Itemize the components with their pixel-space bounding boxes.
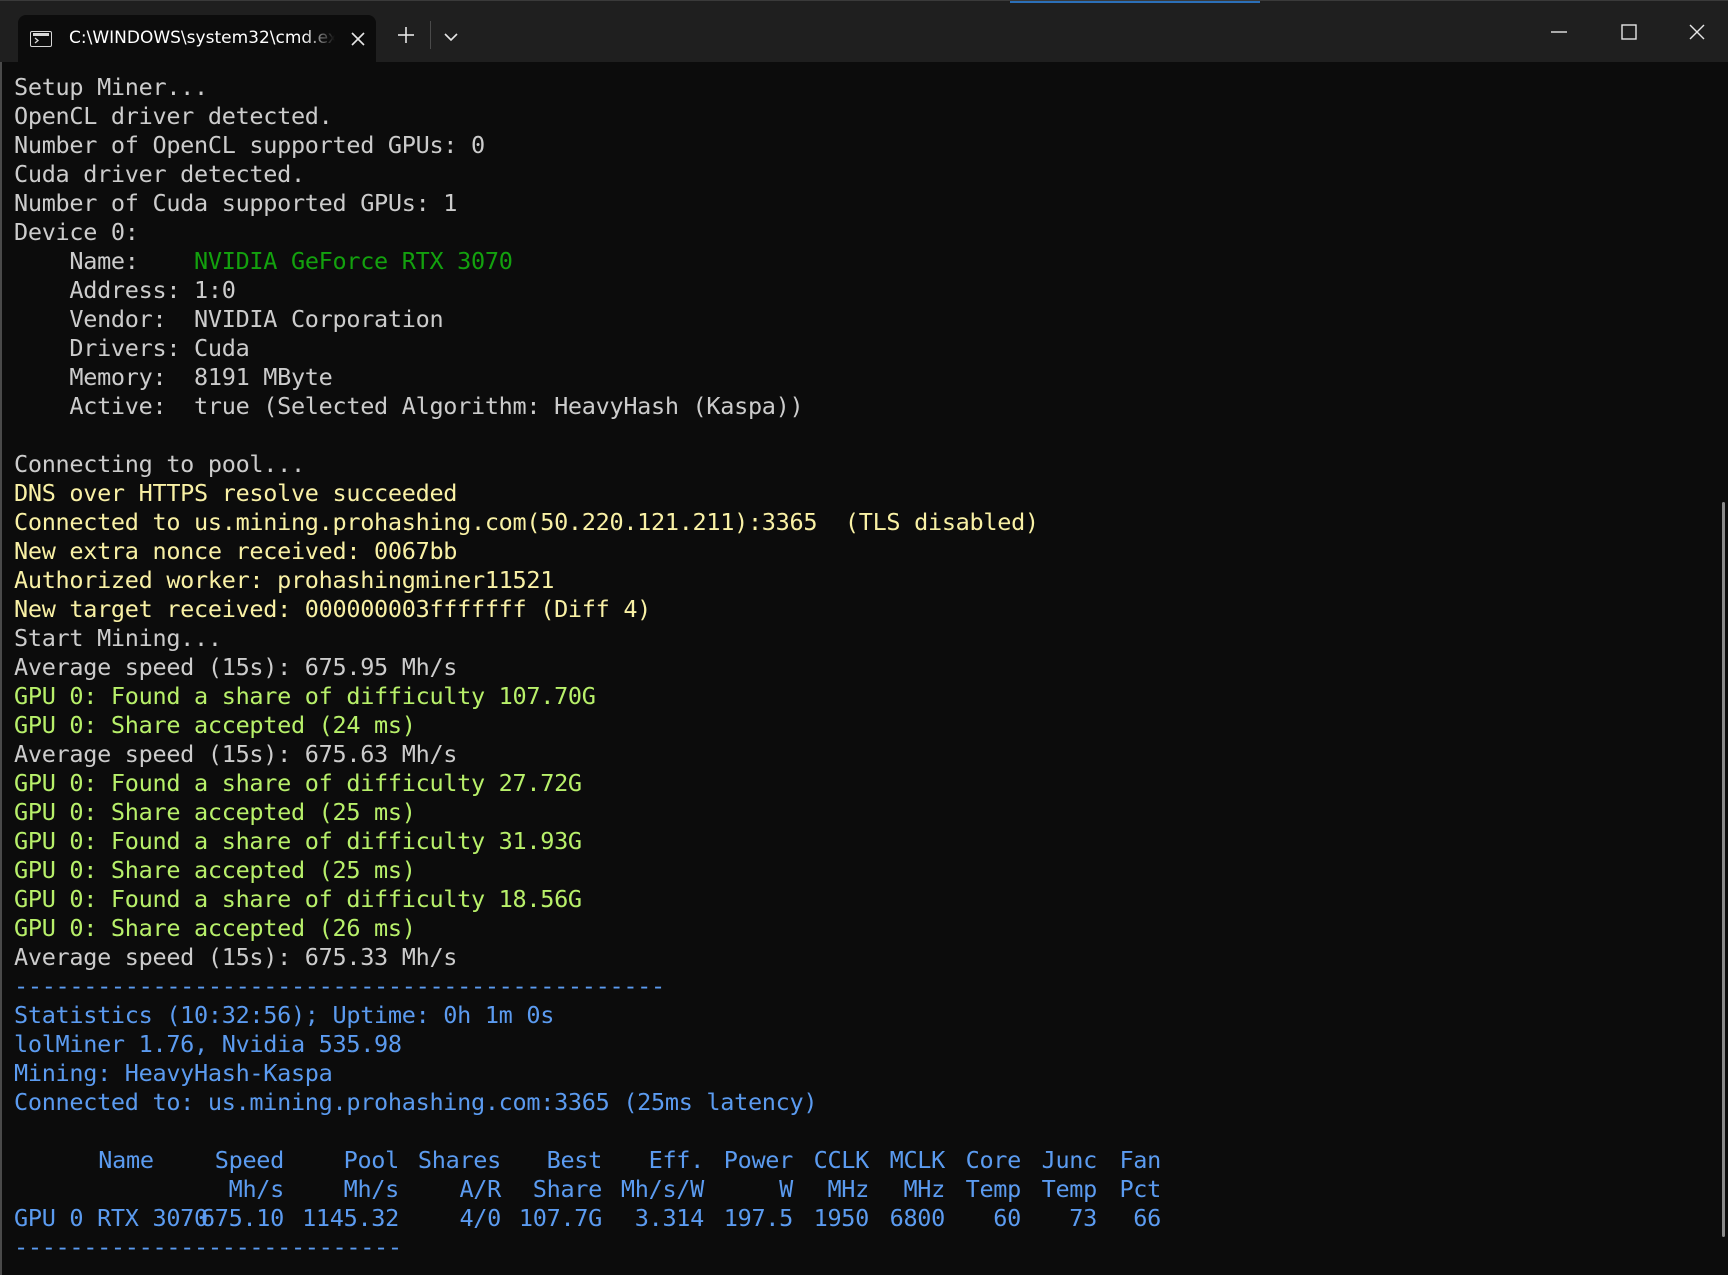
terminal-line: New target received: 000000003fffffff (D… — [14, 595, 652, 623]
terminal-line: Authorized worker: prohashingminer11521 — [14, 566, 555, 594]
plus-icon[interactable] — [394, 23, 418, 47]
terminal-line: GPU 0: Found a share of difficulty 18.56… — [14, 885, 582, 913]
terminal-line: ----------------------------------------… — [14, 972, 665, 1000]
terminal-line: GPU 0: Found a share of difficulty 107.7… — [14, 682, 596, 710]
terminal-line: GPU 0: Share accepted (24 ms) — [14, 711, 416, 739]
terminal-line: Number of Cuda supported GPUs: 1 — [14, 189, 458, 217]
terminal-line: Address: 1:0 — [14, 276, 236, 304]
terminal-line: Mining: HeavyHash-Kaspa — [14, 1059, 333, 1087]
table-cell: W — [779, 1175, 793, 1203]
table-cell: 1145.32 — [302, 1204, 399, 1232]
table-cell: Fan — [1119, 1146, 1161, 1174]
terminal-output[interactable]: Setup Miner... OpenCL driver detected. Num… — [0, 62, 1728, 1275]
table-cell: 1950 — [813, 1204, 870, 1232]
table-cell: 3.314 — [634, 1204, 705, 1232]
tab-cmd[interactable]: C:\WINDOWS\system32\cmd.exe — [18, 15, 376, 63]
terminal-line: Device 0: — [14, 218, 139, 246]
line-value: NVIDIA GeForce RTX 3070 — [194, 247, 513, 275]
terminal-line: DNS over HTTPS resolve succeeded — [14, 479, 458, 507]
table-cell: 675.10 — [200, 1204, 284, 1232]
table-row: GPU 0 RTX 3070 675.10 1145.32 4/0 107.7G 3.31… — [14, 1204, 1161, 1233]
table-cell: Best — [546, 1146, 603, 1174]
maximize-icon[interactable] — [1614, 17, 1644, 47]
terminal-lines: Setup Miner... OpenCL driver detected. Num… — [14, 73, 1162, 1262]
table-cell: Mh/s/W — [620, 1175, 704, 1203]
terminal-line: Connected to: us.mining.prohashing.com:3… — [14, 1088, 818, 1116]
table-cell: Mh/s — [228, 1175, 285, 1203]
tab-separator — [430, 21, 431, 49]
terminal-line: Memory: 8191 MByte — [14, 363, 333, 391]
terminal-line: Average speed (15s): 675.63 Mh/s — [14, 740, 458, 768]
terminal-line: Connected to us.mining.prohashing.com(50… — [14, 508, 1039, 536]
close-icon[interactable] — [1682, 17, 1712, 47]
terminal-icon — [30, 31, 52, 47]
table-cell: Pool — [343, 1146, 400, 1174]
table-cell: Temp — [965, 1175, 1022, 1203]
title-bar-accent — [1010, 1, 1260, 3]
table-cell: Junc — [1041, 1146, 1098, 1174]
terminal-line: Active: true (Selected Algorithm: HeavyH… — [14, 392, 804, 420]
table-cell: 197.5 — [723, 1204, 794, 1232]
chevron-down-icon[interactable] — [441, 27, 461, 47]
table-cell: 73 — [1069, 1204, 1097, 1232]
terminal-line: Name: NVIDIA GeForce RTX 3070 — [14, 247, 1039, 276]
table-cell: Core — [965, 1146, 1022, 1174]
terminal-line: GPU 0: Found a share of difficulty 27.72… — [14, 769, 582, 797]
terminal-line: GPU 0: Share accepted (26 ms) — [14, 914, 416, 942]
close-icon[interactable] — [348, 29, 368, 49]
tab-title: C:\WINDOWS\system32\cmd.exe — [69, 28, 335, 48]
terminal-line: lolMiner 1.76, Nvidia 535.98 — [14, 1030, 402, 1058]
table-cell: 66 — [1133, 1204, 1161, 1232]
terminal-line: Vendor: NVIDIA Corporation — [14, 305, 444, 333]
table-cell: 4/0 — [459, 1204, 501, 1232]
table-header-units-row: Mh/s Mh/s A/R Share Mh/s/W W MHz MHz Temp Temp Pct — [14, 1175, 1162, 1204]
terminal-line: Statistics (10:32:56); Uptime: 0h 1m 0s — [14, 1001, 555, 1029]
table-cell: A/R — [459, 1175, 501, 1203]
terminal-line: Cuda driver detected. — [14, 160, 305, 188]
table-cell: MHz — [903, 1175, 945, 1203]
footer-rule: ---------------------------- — [14, 1233, 402, 1261]
table-header-row: Name Speed Pool Shares Best Eff. Power CCLK MCLK… — [14, 1146, 1161, 1175]
table-cell: Shares — [417, 1146, 501, 1174]
table-cell: 6800 — [889, 1204, 946, 1232]
terminal-line: Average speed (15s): 675.95 Mh/s — [14, 653, 458, 681]
table-cell: Speed — [214, 1146, 285, 1174]
terminal-line: GPU 0: Share accepted (25 ms) — [14, 856, 416, 884]
scrollbar-thumb[interactable] — [1722, 502, 1725, 1237]
table-cell: Power — [723, 1146, 794, 1174]
terminal-line: Connecting to pool... — [14, 450, 305, 478]
scrollbar[interactable] — [1720, 62, 1728, 1275]
terminal-line: New extra nonce received: 0067bb — [14, 537, 458, 565]
table-cell: 107.7G — [518, 1204, 602, 1232]
table-cell: Mh/s — [343, 1175, 400, 1203]
table-cell: MHz — [827, 1175, 869, 1203]
table-cell: CCLK — [813, 1146, 870, 1174]
table-cell: Eff. — [648, 1146, 705, 1174]
terminal-line: Number of OpenCL supported GPUs: 0 — [14, 131, 485, 159]
minimize-icon[interactable] — [1544, 17, 1574, 47]
terminal-line: GPU 0: Found a share of difficulty 31.93… — [14, 827, 582, 855]
terminal-line: Average speed (15s): 675.33 Mh/s — [14, 943, 458, 971]
table-cell: Share — [532, 1175, 603, 1203]
table-cell: Temp — [1041, 1175, 1098, 1203]
title-bar: C:\WINDOWS\system32\cmd.exe — [0, 0, 1728, 63]
table-cell: Pct — [1119, 1175, 1161, 1203]
table-cell: 60 — [993, 1204, 1021, 1232]
terminal-line: Setup Miner... — [14, 73, 208, 101]
line-label: Name: — [14, 247, 195, 275]
terminal-line: OpenCL driver detected. — [14, 102, 333, 130]
terminal-line: Drivers: Cuda — [14, 334, 250, 362]
table-cell: MCLK — [889, 1146, 946, 1174]
terminal-line: GPU 0: Share accepted (25 ms) — [14, 798, 416, 826]
terminal-line: Start Mining... — [14, 624, 222, 652]
